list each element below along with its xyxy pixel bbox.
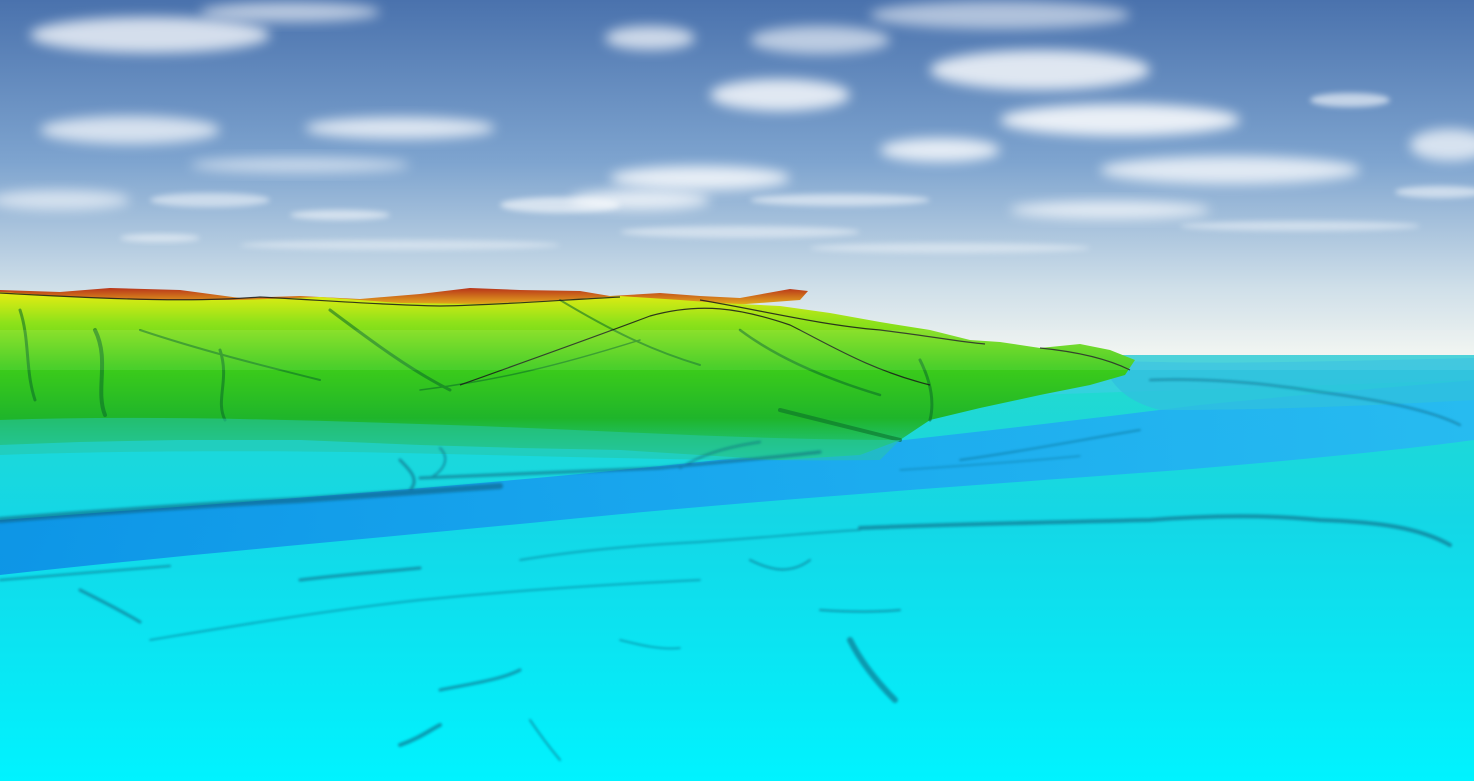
cloud	[305, 117, 495, 139]
cloud	[710, 79, 850, 111]
terrain-scene[interactable]	[0, 0, 1474, 781]
cloud	[1000, 104, 1240, 136]
cloud	[290, 210, 390, 220]
cloud	[30, 17, 270, 53]
cloud	[605, 26, 695, 50]
cloud	[40, 116, 220, 144]
cloud	[880, 138, 1000, 162]
cloud	[200, 2, 380, 22]
cloud	[610, 166, 790, 190]
cloud	[1180, 221, 1420, 231]
terrain-viewport[interactable]	[0, 0, 1474, 781]
cloud	[870, 1, 1130, 29]
cloud	[1310, 93, 1390, 107]
cloud	[240, 240, 560, 250]
cloud	[150, 193, 270, 207]
cloud	[810, 243, 1090, 253]
cloud	[1010, 201, 1210, 219]
cloud	[1100, 156, 1360, 184]
horizon-haze	[0, 330, 1474, 370]
cloud	[750, 194, 930, 206]
cloud	[500, 197, 620, 213]
cloud	[620, 226, 860, 238]
cloud	[120, 234, 200, 242]
cloud	[930, 50, 1150, 90]
cloud	[750, 26, 890, 54]
cloud	[190, 157, 410, 173]
